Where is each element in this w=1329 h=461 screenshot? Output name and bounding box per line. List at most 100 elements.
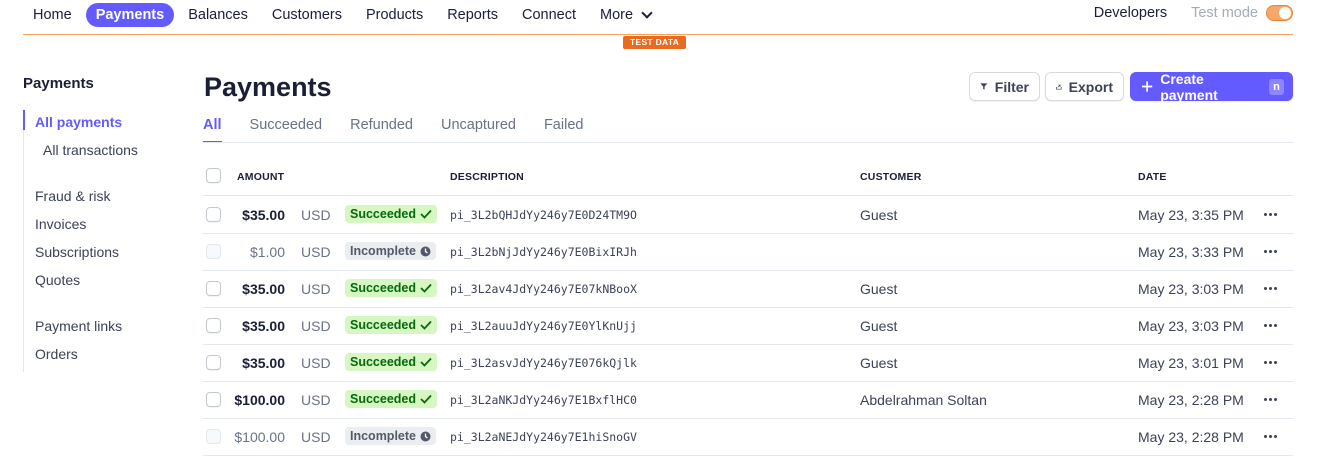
checkmark-icon xyxy=(420,394,432,404)
table-row[interactable]: $35.00 USD Succeeded pi_3L2bQHJdYy246y7E… xyxy=(203,197,1293,234)
more-actions-icon[interactable] xyxy=(1263,316,1279,334)
tab-failed[interactable]: Failed xyxy=(544,117,584,143)
date: May 23, 3:03 PM xyxy=(1138,281,1244,297)
tab-succeeded[interactable]: Succeeded xyxy=(250,117,323,143)
table-row[interactable]: $100.00 USD Succeeded pi_3L2aNKJdYy246y7… xyxy=(203,382,1293,419)
sidebar-item-quotes[interactable]: Quotes xyxy=(35,272,80,288)
nav-balances[interactable]: Balances xyxy=(178,3,258,27)
status-badge: Incomplete xyxy=(345,242,436,260)
chevron-down-icon xyxy=(641,7,653,19)
more-actions-icon[interactable] xyxy=(1263,353,1279,371)
sidebar-item-all-transactions[interactable]: All transactions xyxy=(43,142,138,158)
toggle-knob xyxy=(1279,7,1291,19)
sidebar-item-subscriptions[interactable]: Subscriptions xyxy=(35,244,119,260)
filter-button[interactable]: Filter xyxy=(969,72,1040,101)
sidebar-item-fraud-risk[interactable]: Fraud & risk xyxy=(35,188,110,204)
checkmark-icon xyxy=(420,209,432,219)
status-badge: Incomplete xyxy=(345,427,436,445)
clock-icon xyxy=(420,431,431,441)
developers-link[interactable]: Developers xyxy=(1094,5,1167,21)
column-header-amount[interactable]: AMOUNT xyxy=(237,171,284,183)
table-header: AMOUNT DESCRIPTION CUSTOMER DATE xyxy=(203,160,1293,196)
sidebar-item-orders[interactable]: Orders xyxy=(35,346,78,362)
sidebar: Payments All payments All transactions F… xyxy=(23,72,183,372)
sidebar-item-invoices[interactable]: Invoices xyxy=(35,216,86,232)
column-header-description[interactable]: DESCRIPTION xyxy=(450,171,524,183)
nav-more-label: More xyxy=(600,7,634,23)
currency: USD xyxy=(301,244,331,260)
more-actions-icon[interactable] xyxy=(1263,390,1279,408)
date: May 23, 3:03 PM xyxy=(1138,318,1244,334)
nav-reports[interactable]: Reports xyxy=(437,3,508,27)
table-row[interactable]: $35.00 USD Succeeded pi_3L2av4JdYy246y7E… xyxy=(203,271,1293,308)
description: pi_3L2bNjJdYy246y7E0BixIRJh xyxy=(450,245,637,259)
status-label: Succeeded xyxy=(350,281,417,295)
test-mode-toggle[interactable] xyxy=(1266,5,1293,21)
sidebar-item-all-payments[interactable]: All payments xyxy=(35,114,122,130)
amount: $35.00 xyxy=(242,355,285,371)
filter-icon xyxy=(980,83,988,90)
table-row[interactable]: $35.00 USD Succeeded pi_3L2asvJdYy246y7E… xyxy=(203,345,1293,382)
date: May 23, 3:01 PM xyxy=(1138,355,1244,371)
currency: USD xyxy=(301,318,331,334)
currency: USD xyxy=(301,355,331,371)
test-mode-line xyxy=(23,34,1293,35)
nav-right: Developers Test mode xyxy=(1094,5,1293,21)
status-badge: Succeeded xyxy=(345,353,438,371)
sidebar-active-indicator xyxy=(23,110,25,130)
table-row[interactable]: $35.00 USD Succeeded pi_3L2auuJdYy246y7E… xyxy=(203,308,1293,345)
create-payment-button[interactable]: Create payment n xyxy=(1130,70,1293,103)
nav-home[interactable]: Home xyxy=(23,3,82,27)
export-label: Export xyxy=(1068,78,1113,95)
nav-connect[interactable]: Connect xyxy=(512,3,586,27)
table-row[interactable]: $1.00 USD Incomplete pi_3L2bNjJdYy246y7E… xyxy=(203,234,1293,271)
date: May 23, 2:28 PM xyxy=(1138,429,1244,445)
column-header-date[interactable]: DATE xyxy=(1138,171,1167,183)
amount: $35.00 xyxy=(242,207,285,223)
test-mode-label: Test mode xyxy=(1191,5,1258,21)
amount: $35.00 xyxy=(242,281,285,297)
checkmark-icon xyxy=(420,320,432,330)
nav-more[interactable]: More xyxy=(590,3,661,27)
table-row[interactable]: $100.00 USD Incomplete pi_3L2aNEJdYy246y… xyxy=(203,419,1293,456)
amount: $35.00 xyxy=(242,318,285,334)
customer: Guest xyxy=(860,281,898,297)
status-label: Succeeded xyxy=(350,392,417,406)
status-label: Incomplete xyxy=(350,429,416,443)
amount: $1.00 xyxy=(249,244,285,260)
filter-label: Filter xyxy=(994,78,1029,95)
status-badge: Succeeded xyxy=(345,279,438,297)
more-actions-icon[interactable] xyxy=(1263,427,1279,445)
nav-customers[interactable]: Customers xyxy=(262,3,352,27)
description: pi_3L2aNEJdYy246y7E1hiSnoGV xyxy=(450,430,637,444)
description: pi_3L2auuJdYy246y7E0YlKnUjj xyxy=(450,319,637,333)
customer: Guest xyxy=(860,207,898,223)
tab-refunded[interactable]: Refunded xyxy=(350,117,413,143)
more-actions-icon[interactable] xyxy=(1263,242,1279,260)
customer: Guest xyxy=(860,318,898,334)
currency: USD xyxy=(301,281,331,297)
export-button[interactable]: Export xyxy=(1045,72,1124,101)
date: May 23, 3:33 PM xyxy=(1138,244,1244,260)
date: May 23, 3:35 PM xyxy=(1138,207,1244,223)
create-payment-label: Create payment xyxy=(1160,70,1218,103)
test-data-badge: TEST DATA xyxy=(623,36,687,49)
currency: USD xyxy=(301,429,331,445)
keyboard-shortcut-badge: n xyxy=(1268,78,1284,95)
description: pi_3L2asvJdYy246y7E076kQjlk xyxy=(450,356,637,370)
description: pi_3L2av4JdYy246y7E07kNBooX xyxy=(450,282,637,296)
description: pi_3L2bQHJdYy246y7E0D24TM9O xyxy=(450,208,637,222)
select-all-checkbox[interactable] xyxy=(206,168,221,183)
plus-icon xyxy=(1141,81,1153,92)
top-nav: Home Payments Balances Customers Product… xyxy=(0,0,1329,34)
tab-uncaptured[interactable]: Uncaptured xyxy=(441,117,516,143)
nav-products[interactable]: Products xyxy=(356,3,433,27)
tab-all[interactable]: All xyxy=(203,117,222,143)
sidebar-item-payment-links[interactable]: Payment links xyxy=(35,318,122,334)
status-badge: Succeeded xyxy=(345,390,438,408)
more-actions-icon[interactable] xyxy=(1263,205,1279,223)
more-actions-icon[interactable] xyxy=(1263,279,1279,297)
column-header-customer[interactable]: CUSTOMER xyxy=(860,171,922,183)
nav-payments[interactable]: Payments xyxy=(85,3,175,27)
status-badge: Succeeded xyxy=(345,316,438,334)
